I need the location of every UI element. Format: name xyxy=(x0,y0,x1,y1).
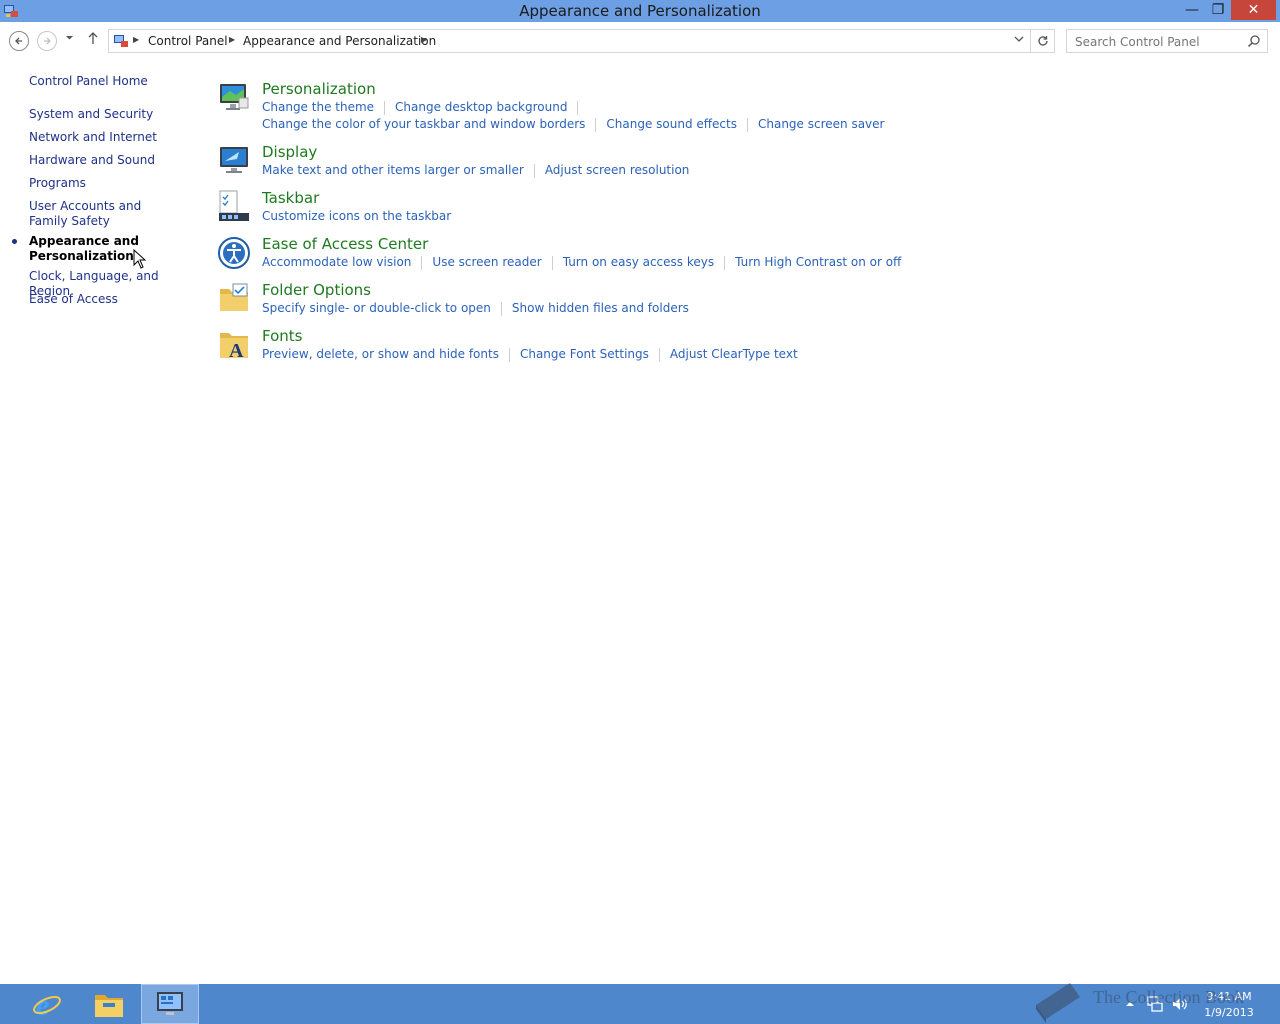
fonts-links: Preview, delete, or show and hide fonts C… xyxy=(262,346,798,363)
display-icon[interactable] xyxy=(217,143,251,177)
link-text-size[interactable]: Make text and other items larger or smal… xyxy=(262,163,524,177)
folder-options-icon[interactable] xyxy=(217,281,251,315)
category-taskbar[interactable]: Taskbar xyxy=(262,189,319,207)
link-change-screen-saver[interactable]: Change screen saver xyxy=(758,117,885,131)
breadcrumb-appearance[interactable]: Appearance and Personalization xyxy=(243,34,436,48)
close-icon: ✕ xyxy=(1247,2,1260,18)
recent-locations-dropdown[interactable] xyxy=(65,33,74,45)
link-separator xyxy=(577,100,579,115)
search-box xyxy=(1066,29,1268,54)
link-change-taskbar-color[interactable]: Change the color of your taskbar and win… xyxy=(262,117,585,131)
link-screen-resolution[interactable]: Adjust screen resolution xyxy=(545,163,690,177)
category-ease-of-access-center[interactable]: Ease of Access Center xyxy=(262,235,428,253)
link-screen-reader[interactable]: Use screen reader xyxy=(432,255,541,269)
watermark-text: The Collection Book xyxy=(1093,987,1244,1007)
control-panel-location-icon xyxy=(114,35,128,47)
taskbar-file-explorer[interactable] xyxy=(80,984,138,1024)
link-separator xyxy=(658,347,660,362)
link-separator xyxy=(595,117,597,132)
link-preview-fonts[interactable]: Preview, delete, or show and hide fonts xyxy=(262,347,499,361)
restore-button[interactable]: ❐ xyxy=(1204,0,1232,20)
address-history-dropdown[interactable] xyxy=(1014,34,1024,47)
link-separator xyxy=(724,255,726,270)
title-bar: Appearance and Personalization — ❐ ✕ xyxy=(0,0,1280,22)
chevron-down-icon xyxy=(1014,36,1024,42)
address-bar[interactable]: ▶ Control Panel ▶ Appearance and Persona… xyxy=(108,29,1055,53)
link-customize-taskbar-icons[interactable]: Customize icons on the taskbar xyxy=(262,209,451,223)
back-arrow-icon xyxy=(15,37,22,45)
breadcrumb-separator-icon[interactable]: ▶ xyxy=(421,35,427,44)
category-folder-options[interactable]: Folder Options xyxy=(262,281,371,299)
link-separator xyxy=(551,255,553,270)
up-button[interactable] xyxy=(87,31,99,49)
control-panel-home-link[interactable]: Control Panel Home xyxy=(29,74,194,89)
link-change-theme[interactable]: Change the theme xyxy=(262,100,374,114)
folder-options-links: Specify single- or double-click to open S… xyxy=(262,300,689,317)
link-separator xyxy=(384,100,386,115)
taskbar-internet-explorer[interactable]: e xyxy=(18,984,76,1024)
personalization-links: Change the theme Change desktop backgroun… xyxy=(262,99,884,133)
link-separator xyxy=(508,347,510,362)
sidebar-item-hardware-sound[interactable]: Hardware and Sound xyxy=(29,153,194,168)
refresh-button[interactable] xyxy=(1030,30,1055,52)
sidebar-item-programs[interactable]: Programs xyxy=(29,176,194,191)
internet-explorer-icon: e xyxy=(33,989,61,1020)
forward-arrow-icon xyxy=(44,37,51,45)
navigation-bar: ▶ Control Panel ▶ Appearance and Persona… xyxy=(0,22,1280,60)
taskbar-links: Customize icons on the taskbar xyxy=(262,208,451,225)
breadcrumb-control-panel[interactable]: Control Panel xyxy=(148,34,228,48)
link-separator xyxy=(500,301,502,316)
sidebar-item-user-accounts[interactable]: User Accounts and Family Safety xyxy=(29,199,179,229)
taskbar-control-panel[interactable] xyxy=(141,984,199,1024)
link-separator xyxy=(533,163,535,178)
link-high-contrast[interactable]: Turn High Contrast on or off xyxy=(735,255,901,269)
restore-icon: ❐ xyxy=(1211,2,1225,18)
mouse-cursor-icon xyxy=(133,249,147,269)
display-links: Make text and other items larger or smal… xyxy=(262,162,689,179)
minimize-button[interactable]: — xyxy=(1178,0,1206,20)
book-logo-icon xyxy=(1036,983,1080,1023)
link-change-desktop-background[interactable]: Change desktop background xyxy=(395,100,567,114)
control-panel-icon xyxy=(157,992,183,1015)
search-input[interactable] xyxy=(1067,30,1253,54)
search-icon[interactable] xyxy=(1247,34,1261,48)
forward-button[interactable] xyxy=(37,31,57,51)
up-arrow-icon xyxy=(88,32,98,44)
breadcrumb-separator-icon[interactable]: ▶ xyxy=(133,35,139,44)
minimize-icon: — xyxy=(1185,2,1199,18)
sidebar-item-network-internet[interactable]: Network and Internet xyxy=(29,130,194,145)
current-item-bullet xyxy=(12,239,17,244)
link-font-settings[interactable]: Change Font Settings xyxy=(520,347,649,361)
window-title: Appearance and Personalization xyxy=(519,2,761,20)
sidebar-item-ease-of-access[interactable]: Ease of Access xyxy=(29,292,194,307)
svg-text:A: A xyxy=(229,340,244,361)
link-change-sound-effects[interactable]: Change sound effects xyxy=(606,117,737,131)
chevron-down-icon xyxy=(66,36,73,40)
back-button[interactable] xyxy=(9,31,29,51)
file-explorer-icon xyxy=(95,995,123,1017)
fonts-icon[interactable]: A xyxy=(217,327,251,361)
close-button[interactable]: ✕ xyxy=(1231,0,1276,20)
category-display[interactable]: Display xyxy=(262,143,317,161)
link-separator xyxy=(421,255,423,270)
sidebar-item-system-security[interactable]: System and Security xyxy=(29,107,194,122)
refresh-icon xyxy=(1038,36,1048,46)
link-cleartype[interactable]: Adjust ClearType text xyxy=(670,347,798,361)
ease-of-access-links: Accommodate low vision Use screen reader T… xyxy=(262,254,901,271)
ease-of-access-icon[interactable] xyxy=(217,236,251,270)
watermark: The Collection Book xyxy=(1030,975,1280,1024)
link-hidden-files[interactable]: Show hidden files and folders xyxy=(512,301,689,315)
link-single-double-click[interactable]: Specify single- or double-click to open xyxy=(262,301,491,315)
link-easy-access-keys[interactable]: Turn on easy access keys xyxy=(563,255,714,269)
personalization-icon[interactable] xyxy=(217,81,251,115)
link-low-vision[interactable]: Accommodate low vision xyxy=(262,255,411,269)
taskbar-icon[interactable] xyxy=(217,189,251,223)
breadcrumb-separator-icon[interactable]: ▶ xyxy=(229,35,235,44)
category-personalization[interactable]: Personalization xyxy=(262,80,376,98)
sidebar-item-appearance-personalization: Appearance and Personalization xyxy=(29,234,139,263)
category-fonts[interactable]: Fonts xyxy=(262,327,302,345)
link-separator xyxy=(746,117,748,132)
